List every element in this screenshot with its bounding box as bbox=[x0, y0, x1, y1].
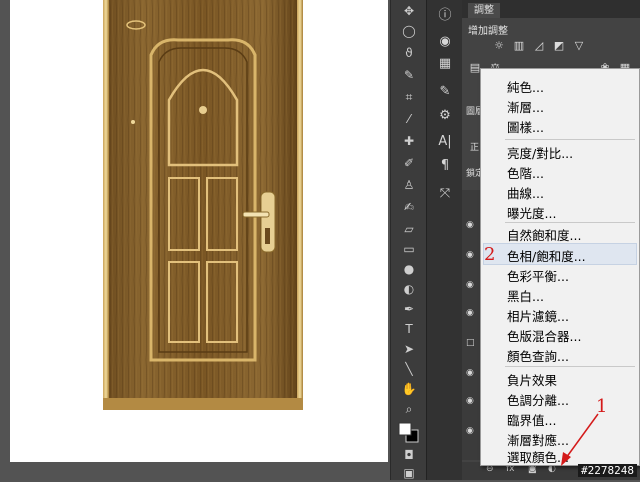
gradient-icon[interactable]: ▭ bbox=[399, 240, 419, 258]
shape-icon[interactable]: ╲ bbox=[399, 360, 419, 378]
collapsed-panels-dock: ⓘ ◉ ▦ ✎ ⚙ A| ¶ ⤧ bbox=[426, 0, 463, 480]
layers-list: ◉ ◉ ◉ ◉ □ ◉ ◉ ◉ bbox=[462, 190, 482, 460]
path-select-icon[interactable]: ➤ bbox=[399, 340, 419, 358]
eye-icon[interactable]: ◉ bbox=[466, 426, 478, 436]
actions-icon[interactable]: ⤧ bbox=[431, 182, 459, 204]
marquee-icon[interactable]: ◯ bbox=[399, 22, 419, 40]
lasso-icon[interactable]: ϑ bbox=[399, 44, 419, 62]
menu-item-solid-color[interactable]: 純色... bbox=[507, 77, 544, 96]
menu-item-selective-color[interactable]: 選取顏色... bbox=[507, 447, 569, 466]
brush-icon[interactable]: ✐ bbox=[399, 154, 419, 172]
adjustment-icons-row-1: ☼ ▥ ◿ ◩ ▽ bbox=[492, 40, 586, 52]
menu-separator bbox=[505, 222, 635, 223]
quick-mask-icon[interactable]: ◘ bbox=[399, 446, 419, 464]
exposure-icon[interactable]: ◩ bbox=[552, 40, 566, 52]
vibrance-icon[interactable]: ▽ bbox=[572, 40, 586, 52]
adjustments-title: 增加調整 bbox=[468, 26, 508, 37]
menu-item-exposure[interactable]: 曝光度... bbox=[507, 203, 556, 222]
paragraph-icon[interactable]: ¶ bbox=[431, 154, 459, 176]
tab-adjustments[interactable]: 調整 bbox=[468, 3, 500, 18]
menu-item-color-lookup[interactable]: 顏色查詢... bbox=[507, 346, 569, 365]
zoom-icon[interactable]: ⌕ bbox=[399, 400, 419, 418]
tool-preset-icon[interactable]: ⚙ bbox=[431, 104, 459, 126]
menu-item-pattern[interactable]: 圖樣... bbox=[507, 117, 544, 136]
adjustment-layer-menu: 純色... 漸層... 圖樣... 亮度/對比... 色階... 曲線... 曝… bbox=[480, 68, 640, 466]
hand-icon[interactable]: ✋ bbox=[399, 380, 419, 398]
menu-item-curves[interactable]: 曲線... bbox=[507, 183, 544, 202]
brush-preset-icon[interactable]: ✎ bbox=[431, 80, 459, 102]
tools-panel: ✥ ◯ ϑ ✎ ⌗ ⁄ ✚ ✐ ♙ ✍ ▱ ▭ ● ◐ ✒ T ➤ ╲ ✋ ⌕ … bbox=[390, 0, 427, 480]
menu-item-posterize[interactable]: 色調分離... bbox=[507, 390, 569, 409]
eye-icon[interactable]: ◉ bbox=[466, 396, 478, 406]
menu-item-black-white[interactable]: 黑白... bbox=[507, 286, 544, 305]
character-icon[interactable]: A| bbox=[431, 130, 459, 152]
stamp-icon[interactable]: ♙ bbox=[399, 176, 419, 194]
menu-item-vibrance[interactable]: 自然飽和度... bbox=[507, 225, 581, 244]
canvas-area[interactable] bbox=[0, 0, 390, 480]
document-canvas[interactable] bbox=[10, 0, 388, 462]
menu-item-color-balance[interactable]: 色彩平衡... bbox=[507, 266, 569, 285]
color-icon[interactable]: ◉ bbox=[431, 30, 459, 52]
info-icon[interactable]: ⓘ bbox=[431, 2, 459, 24]
crop-icon[interactable]: ⌗ bbox=[399, 88, 419, 106]
annotation-marker-1: 1 bbox=[596, 396, 608, 417]
color-swatch-icon[interactable] bbox=[397, 422, 421, 444]
eyedropper-icon[interactable]: ⁄ bbox=[399, 110, 419, 128]
watermark: #2278248 bbox=[578, 464, 637, 477]
menu-item-hue-saturation[interactable]: 色相/飽和度... bbox=[507, 246, 586, 265]
swatches-icon[interactable]: ▦ bbox=[431, 52, 459, 74]
annotation-marker-2: 2 bbox=[484, 244, 496, 265]
brightness-icon[interactable]: ☼ bbox=[492, 40, 506, 52]
eye-icon[interactable]: ◉ bbox=[466, 220, 478, 230]
dodge-icon[interactable]: ◐ bbox=[399, 280, 419, 298]
pen-icon[interactable]: ✒ bbox=[399, 300, 419, 318]
menu-item-threshold[interactable]: 臨界值... bbox=[507, 410, 556, 429]
eye-icon[interactable]: ◉ bbox=[466, 280, 478, 290]
menu-separator bbox=[505, 366, 635, 367]
menu-item-levels[interactable]: 色階... bbox=[507, 163, 544, 182]
move-icon[interactable]: ✥ bbox=[399, 2, 419, 20]
history-brush-icon[interactable]: ✍ bbox=[399, 198, 419, 216]
menu-item-invert[interactable]: 負片效果 bbox=[507, 370, 557, 389]
blend-mode-select[interactable]: 正 bbox=[470, 140, 479, 153]
eraser-icon[interactable]: ▱ bbox=[399, 220, 419, 238]
door-image bbox=[103, 0, 303, 410]
healing-icon[interactable]: ✚ bbox=[399, 132, 419, 150]
menu-separator bbox=[505, 139, 635, 140]
type-icon[interactable]: T bbox=[399, 320, 419, 338]
menu-item-brightness-contrast[interactable]: 亮度/對比... bbox=[507, 143, 573, 162]
screen-mode-icon[interactable]: ▣ bbox=[399, 464, 419, 482]
eye-icon[interactable]: □ bbox=[466, 338, 478, 348]
blur-icon[interactable]: ● bbox=[399, 260, 419, 278]
menu-item-channel-mixer[interactable]: 色版混合器... bbox=[507, 326, 581, 345]
curves-icon[interactable]: ◿ bbox=[532, 40, 546, 52]
eye-icon[interactable]: ◉ bbox=[466, 368, 478, 378]
adjustments-tab-bar: 調整 bbox=[462, 0, 640, 18]
menu-item-photo-filter[interactable]: 相片濾鏡... bbox=[507, 306, 569, 325]
levels-icon[interactable]: ▥ bbox=[512, 40, 526, 52]
menu-item-gradient[interactable]: 漸層... bbox=[507, 97, 544, 116]
eye-icon[interactable]: ◉ bbox=[466, 308, 478, 318]
eye-icon[interactable]: ◉ bbox=[466, 250, 478, 260]
quick-select-icon[interactable]: ✎ bbox=[399, 66, 419, 84]
